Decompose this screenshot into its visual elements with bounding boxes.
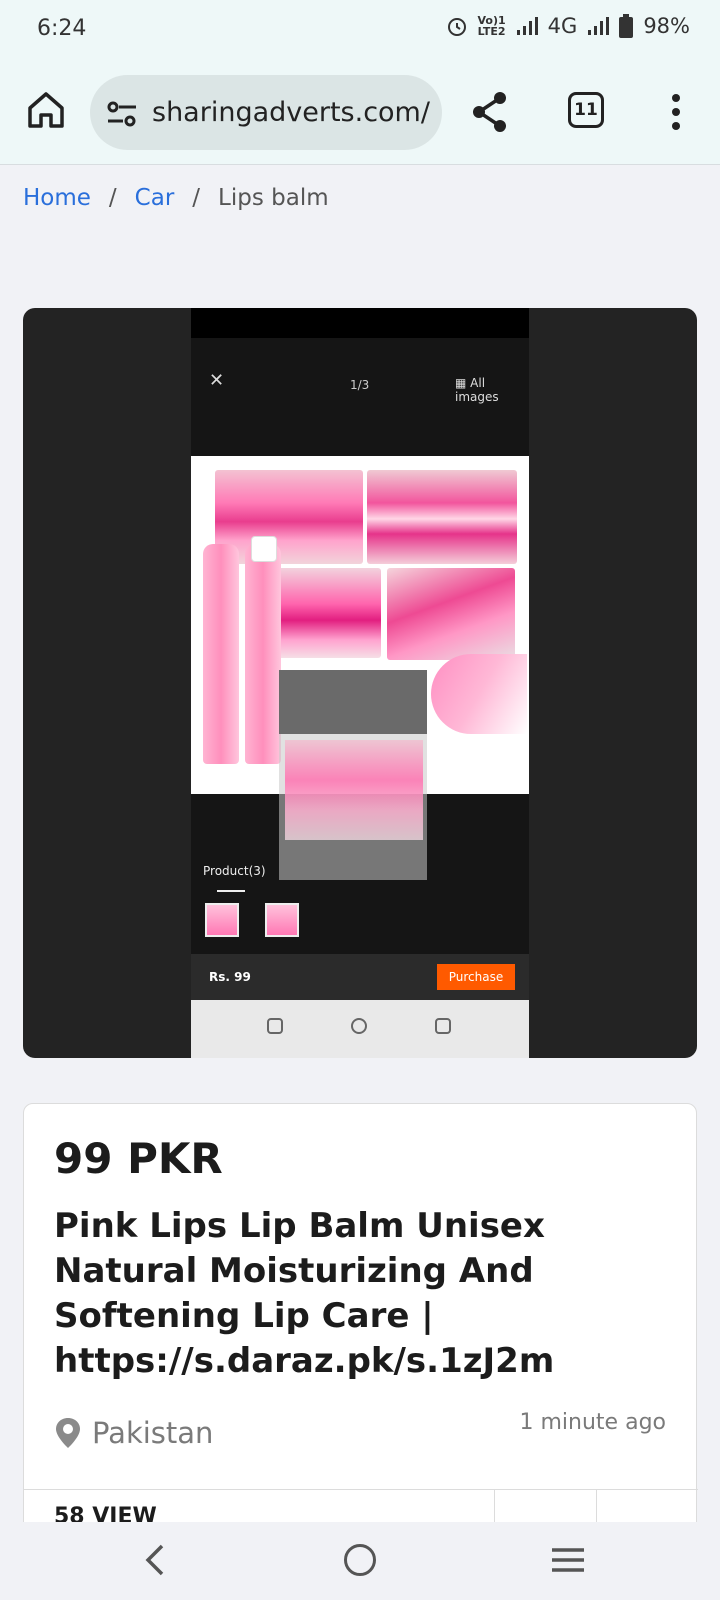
lips-image bbox=[387, 568, 515, 660]
purchase-button: Purchase bbox=[437, 964, 515, 990]
home-circle-icon bbox=[351, 1018, 367, 1034]
close-icon: ✕ bbox=[209, 370, 225, 391]
breadcrumb-separator: / bbox=[108, 185, 117, 211]
home-icon[interactable] bbox=[24, 88, 68, 132]
share-icon[interactable] bbox=[470, 90, 510, 134]
breadcrumb: Home / Car / Lips balm bbox=[23, 185, 329, 211]
back-icon bbox=[435, 1018, 451, 1034]
lips-image bbox=[367, 470, 517, 564]
alarm-icon bbox=[447, 18, 466, 36]
overflow-menu-icon[interactable] bbox=[662, 92, 690, 132]
battery-icon bbox=[619, 14, 634, 38]
location-text: Pakistan bbox=[92, 1416, 214, 1450]
tab-underline bbox=[217, 890, 245, 892]
breadcrumb-home[interactable]: Home bbox=[23, 185, 91, 211]
status-bar: 6:24 Vo)1 LTE2 4G 98% bbox=[0, 0, 720, 62]
browser-toolbar: sharingadverts.com/ 11 bbox=[0, 62, 720, 165]
nested-lips-image bbox=[285, 740, 423, 840]
network-type: 4G bbox=[547, 14, 578, 38]
lip-balm-tube bbox=[203, 544, 239, 764]
address-bar[interactable]: sharingadverts.com/ bbox=[90, 75, 442, 150]
signal-icon-2 bbox=[588, 17, 610, 35]
nested-header bbox=[279, 670, 427, 734]
screenshot-top-bar bbox=[191, 308, 529, 338]
status-time: 6:24 bbox=[37, 16, 87, 41]
nested-screenshot bbox=[279, 670, 427, 880]
balm-swatch bbox=[431, 654, 527, 734]
lip-balm-cap bbox=[251, 536, 277, 562]
embedded-screenshot: ✕ 1/3 ▦ All images Product(3) Rs. 99 Pur… bbox=[191, 308, 529, 1058]
site-settings-icon[interactable] bbox=[106, 99, 138, 129]
home-button[interactable] bbox=[344, 1544, 376, 1576]
signal-icon bbox=[516, 17, 538, 35]
all-images-label: ▦ All images bbox=[455, 376, 499, 404]
breadcrumb-separator: / bbox=[192, 185, 201, 211]
screenshot-price: Rs. 99 bbox=[209, 970, 251, 984]
system-nav-bar bbox=[0, 1522, 720, 1600]
posted-time: 1 minute ago bbox=[519, 1410, 666, 1435]
all-images-text: All images bbox=[455, 376, 499, 404]
lip-balm-tube bbox=[245, 544, 281, 764]
tab-switcher-button[interactable]: 11 bbox=[568, 92, 604, 128]
listing-location: Pakistan bbox=[54, 1416, 213, 1450]
breadcrumb-current: Lips balm bbox=[218, 185, 329, 211]
image-counter: 1/3 bbox=[350, 378, 370, 392]
purchase-bar: Rs. 99 Purchase bbox=[191, 954, 529, 1000]
status-icons: Vo)1 LTE2 4G 98% bbox=[446, 14, 690, 38]
back-chevron-icon[interactable] bbox=[140, 1542, 172, 1578]
location-pin-icon bbox=[56, 1418, 80, 1448]
volte-bottom: LTE2 bbox=[477, 25, 506, 38]
volte-indicator: Vo)1 LTE2 bbox=[478, 15, 506, 37]
recents-icon bbox=[267, 1018, 283, 1034]
recent-apps-icon[interactable] bbox=[552, 1546, 584, 1574]
url-text[interactable]: sharingadverts.com/ bbox=[152, 97, 437, 128]
product-tab: Product(3) bbox=[203, 864, 266, 878]
thumbnail bbox=[205, 903, 239, 937]
listing-price: 99 PKR bbox=[54, 1134, 223, 1183]
product-image[interactable]: ✕ 1/3 ▦ All images Product(3) Rs. 99 Pur… bbox=[23, 308, 697, 1058]
thumbnail bbox=[265, 903, 299, 937]
listing-card: 99 PKR Pink Lips Lip Balm Unisex Natural… bbox=[23, 1103, 698, 1529]
listing-title: Pink Lips Lip Balm Unisex Natural Moistu… bbox=[54, 1206, 555, 1381]
battery-level: 98% bbox=[643, 14, 690, 38]
breadcrumb-category[interactable]: Car bbox=[135, 185, 175, 211]
screenshot-nav-bar bbox=[191, 1000, 529, 1058]
